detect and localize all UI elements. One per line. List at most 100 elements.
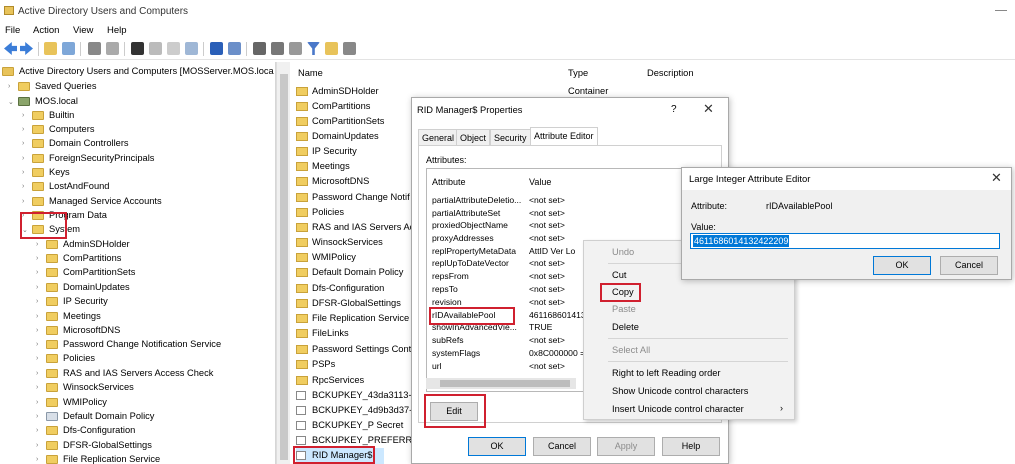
editor-value-input[interactable]: 4611686014132422209 bbox=[690, 233, 1000, 249]
list-item-name: ComPartitions bbox=[312, 101, 371, 111]
list-item-name: DomainUpdates bbox=[312, 131, 379, 141]
menu-view[interactable]: View bbox=[73, 25, 93, 36]
folder-icon bbox=[296, 132, 308, 141]
close-icon[interactable]: ✕ bbox=[703, 101, 714, 117]
editor-ok-button[interactable]: OK bbox=[873, 256, 931, 275]
cancel-button[interactable]: Cancel bbox=[533, 437, 591, 456]
minimize-icon[interactable] bbox=[995, 3, 1007, 11]
selected-value-text: 4611686014132422209 bbox=[693, 235, 790, 247]
menu-select-all[interactable]: Select All bbox=[612, 345, 650, 355]
attribute-column-header[interactable]: Attribute bbox=[432, 177, 466, 187]
tab-attribute-editor[interactable]: Attribute Editor bbox=[530, 127, 598, 145]
forward-icon[interactable] bbox=[20, 42, 33, 55]
delete-icon[interactable] bbox=[131, 42, 144, 55]
attribute-name: partialAttributeDeletio... bbox=[432, 195, 522, 205]
domain-icon bbox=[18, 97, 30, 106]
find-icon[interactable] bbox=[325, 42, 338, 55]
highlight-ridavailablepool bbox=[429, 307, 515, 325]
list-item-name: RpcServices bbox=[312, 375, 365, 385]
column-type[interactable]: Type bbox=[568, 68, 588, 78]
folder-icon bbox=[32, 111, 44, 120]
attribute-row[interactable]: url <not set> bbox=[432, 361, 565, 374]
menu-file[interactable]: File bbox=[5, 25, 20, 36]
attribute-value: 0x8C000000 = bbox=[529, 348, 586, 358]
folder-icon bbox=[46, 240, 58, 249]
attribute-row[interactable]: proxyAddresses <not set> bbox=[432, 233, 565, 246]
attribute-row[interactable]: subRefs <not set> bbox=[432, 335, 565, 348]
tree-scroll-thumb[interactable] bbox=[280, 74, 288, 460]
menu-insert-unicode[interactable]: Insert Unicode control character bbox=[612, 404, 744, 414]
filter-icon[interactable] bbox=[307, 42, 320, 55]
attribute-row[interactable]: partialAttributeDeletio... <not set> bbox=[432, 195, 565, 208]
list-item-name: MicrosoftDNS bbox=[312, 176, 370, 186]
back-icon[interactable] bbox=[4, 42, 17, 55]
folder-icon bbox=[32, 197, 44, 206]
list-item-name: BCKUPKEY_PREFERRED bbox=[312, 435, 426, 445]
new-group-icon[interactable] bbox=[271, 42, 284, 55]
folder-icon bbox=[296, 238, 308, 247]
menu-delete[interactable]: Delete bbox=[612, 322, 639, 332]
add-to-group-icon[interactable] bbox=[343, 42, 356, 55]
tab-object[interactable]: Object bbox=[456, 129, 491, 145]
menu-show-unicode[interactable]: Show Unicode control characters bbox=[612, 386, 748, 396]
properties-icon[interactable] bbox=[149, 42, 162, 55]
list-item-name: WMIPolicy bbox=[312, 252, 356, 262]
export-icon[interactable] bbox=[185, 42, 198, 55]
column-description[interactable]: Description bbox=[647, 68, 694, 78]
folder-icon bbox=[32, 139, 44, 148]
menu-action[interactable]: Action bbox=[33, 25, 59, 36]
tab-general[interactable]: General bbox=[418, 129, 459, 145]
ok-button[interactable]: OK bbox=[468, 437, 526, 456]
help-button[interactable]: Help bbox=[662, 437, 720, 456]
attribute-value: <not set> bbox=[529, 297, 565, 307]
folder-icon bbox=[296, 208, 308, 217]
attribute-row[interactable]: repsTo <not set> bbox=[432, 284, 565, 297]
attribute-value: <not set> bbox=[529, 195, 565, 205]
attribute-row[interactable]: replUpToDateVector <not set> bbox=[432, 258, 565, 271]
submenu-arrow-icon: › bbox=[780, 403, 783, 413]
menu-cut[interactable]: Cut bbox=[612, 270, 626, 280]
list-item-name: AdminSDHolder bbox=[312, 86, 379, 96]
up-folder-icon[interactable] bbox=[44, 42, 57, 55]
hscroll-thumb[interactable] bbox=[440, 380, 570, 387]
attribute-row[interactable]: proxiedObjectName <not set> bbox=[432, 220, 565, 233]
menu-help[interactable]: Help bbox=[107, 25, 127, 36]
highlight-rid-manager bbox=[293, 446, 375, 464]
attribute-name: proxiedObjectName bbox=[432, 220, 508, 230]
console-tree[interactable]: Active Directory Users and Computers [MO… bbox=[0, 62, 276, 464]
attribute-value: <not set> bbox=[529, 335, 565, 345]
menu-undo[interactable]: Undo bbox=[612, 247, 634, 257]
attribute-value: <not set> bbox=[529, 258, 565, 268]
attribute-hscrollbar[interactable] bbox=[426, 378, 576, 389]
editor-cancel-button[interactable]: Cancel bbox=[940, 256, 998, 275]
folder-icon bbox=[46, 283, 58, 292]
policy-icon bbox=[46, 412, 58, 421]
attributes-label: Attributes: bbox=[426, 155, 467, 165]
new-ou-icon[interactable] bbox=[289, 42, 302, 55]
tab-security[interactable]: Security bbox=[490, 129, 531, 145]
attribute-row[interactable]: repsFrom <not set> bbox=[432, 271, 565, 284]
list-item-name: Meetings bbox=[312, 161, 350, 171]
folder-icon bbox=[32, 125, 44, 134]
attribute-value: <not set> bbox=[529, 284, 565, 294]
attribute-value: AttID Ver Lo bbox=[529, 246, 576, 256]
attribute-row[interactable]: systemFlags 0x8C000000 = bbox=[432, 348, 585, 361]
cut-icon[interactable] bbox=[88, 42, 101, 55]
folder-icon bbox=[46, 383, 58, 392]
help-icon[interactable] bbox=[210, 42, 223, 55]
value-column-header[interactable]: Value bbox=[529, 177, 551, 187]
folder-icon bbox=[296, 360, 308, 369]
attribute-value: <not set> bbox=[529, 208, 565, 218]
view-icon[interactable] bbox=[228, 42, 241, 55]
refresh-icon[interactable] bbox=[167, 42, 180, 55]
menu-paste[interactable]: Paste bbox=[612, 304, 636, 314]
tree-scrollbar[interactable] bbox=[276, 62, 290, 464]
apply-button[interactable]: Apply bbox=[597, 437, 655, 456]
new-user-icon[interactable] bbox=[253, 42, 266, 55]
console-tree-icon[interactable] bbox=[62, 42, 75, 55]
column-name[interactable]: Name bbox=[298, 68, 323, 78]
menu-rtl-reading-order[interactable]: Right to left Reading order bbox=[612, 368, 721, 378]
editor-close-icon[interactable]: ✕ bbox=[991, 170, 1002, 186]
copy-icon[interactable] bbox=[106, 42, 119, 55]
help-question-icon[interactable]: ? bbox=[671, 104, 677, 115]
